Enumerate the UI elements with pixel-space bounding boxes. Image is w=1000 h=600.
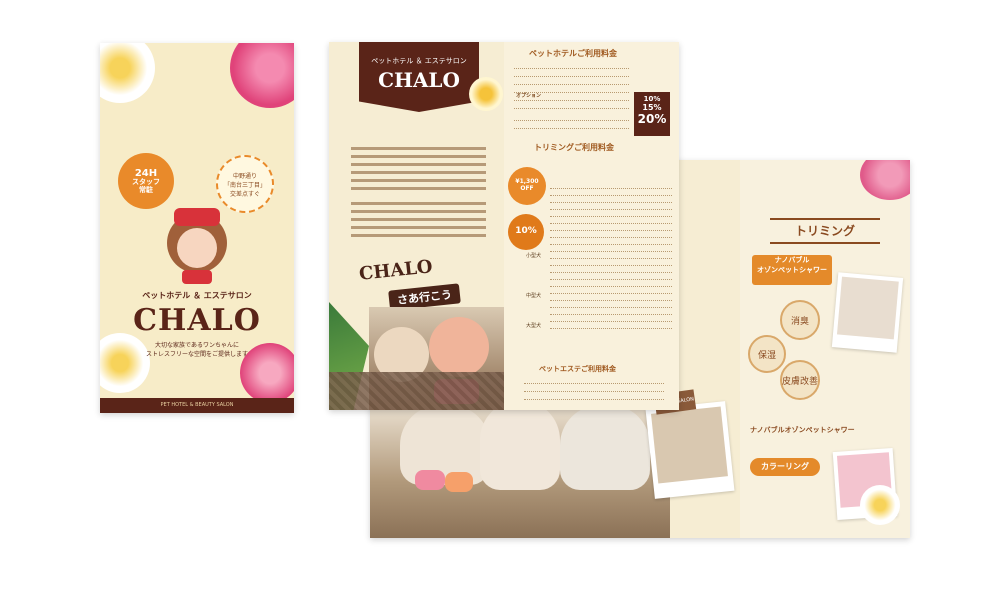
dog-photo-1 <box>400 405 490 485</box>
pink-leg-2 <box>445 472 473 492</box>
yellow-flower <box>469 77 503 111</box>
badge-24h: 24H スタッフ 常駐 <box>118 153 174 209</box>
hotel-discount-box: 10% 15% 20% <box>634 92 670 136</box>
node-deodorize: 消臭 <box>780 300 820 340</box>
size-small-label: 小型犬 <box>526 253 542 259</box>
node-moisturize: 保湿 <box>748 335 786 373</box>
trimming-title: トリミング <box>794 224 855 238</box>
trimming-section: トリミング ナノバブル オゾンペットシャワー 消臭 保湿 皮膚改善 ナノバブルオ… <box>740 160 910 538</box>
trimming-header: トリミング <box>770 218 880 244</box>
nano-title-1: ナノバブル <box>774 256 810 264</box>
cover-tagline-1: 大切な家族であるワンちゃんに <box>155 342 239 349</box>
coloring-banner: カラーリング <box>750 458 820 476</box>
pink-leg-1 <box>415 470 445 490</box>
nano-title-2: オゾンペットシャワー <box>757 266 827 274</box>
node-skin-care: 皮膚改善 <box>780 360 820 400</box>
hotel-trimming-badge: 10% <box>508 214 544 250</box>
dog-photo-2 <box>480 400 560 490</box>
esthe-price-title: ペットエステご利用料金 <box>539 365 616 373</box>
option-label: オプション <box>516 93 542 99</box>
mascot-character <box>162 208 232 284</box>
nano-bubble-banner: ナノバブル オゾンペットシャワー <box>752 255 832 285</box>
front-cover: 24H スタッフ 常駐 中野通り 「南台三丁目」 交差点すぐ ペットホテル ＆ … <box>100 43 294 413</box>
cover-flower-top-left <box>100 43 155 103</box>
plumeria-bottom <box>860 485 900 525</box>
trimming-price-table <box>550 182 672 332</box>
hotel-price-title: ペットホテルご利用料金 <box>529 49 617 58</box>
brand-banner: ペットホテル ＆ エステサロン CHALO <box>359 42 479 112</box>
nano-dog-photo <box>831 272 904 353</box>
middle-photo-frame <box>645 401 735 499</box>
nano-caption: ナノバブルオゾンペットシャワー <box>750 426 855 434</box>
dog-photo-3 <box>560 405 650 490</box>
size-medium-label: 中型犬 <box>526 293 542 299</box>
banner-brand-name: CHALO <box>378 68 460 92</box>
banner-subtitle: ペットホテル ＆ エステサロン <box>371 57 467 65</box>
trimming-price-title: トリミングご利用料金 <box>534 143 614 152</box>
cover-brand-name: CHALO <box>133 303 261 338</box>
wicker-base <box>329 372 504 410</box>
inside-spread: ペットホテル ＆ エステサロン CHALO CHALO さあ行こう ペットホテル… <box>329 42 679 410</box>
coloring-title: カラーリング <box>761 462 809 471</box>
catch-chalo: CHALO <box>358 256 434 285</box>
intro-text <box>351 142 486 242</box>
badge-access: 中野通り 「南台三丁目」 交差点すぐ <box>216 155 274 213</box>
cover-brand-subtitle: ペットホテル ＆ エステサロン <box>142 291 252 300</box>
trimming-off-badge: ¥1,300 OFF <box>508 167 546 205</box>
esthe-price-table <box>524 377 664 405</box>
inside-left-page: ペットホテル ＆ エステサロン CHALO CHALO さあ行こう <box>329 42 504 410</box>
price-page: ペットホテルご利用料金 オプション 10% 15% 20% トリミングご利用料金… <box>504 42 679 410</box>
cover-footer-bar: PET HOTEL & BEAUTY SALON <box>100 398 294 413</box>
size-large-label: 大型犬 <box>526 323 542 329</box>
pink-flower-corner <box>860 160 910 200</box>
cover-flower-top-right <box>230 43 294 108</box>
cover-tagline-2: ストレスフリーな空間をご提供します <box>145 351 248 358</box>
